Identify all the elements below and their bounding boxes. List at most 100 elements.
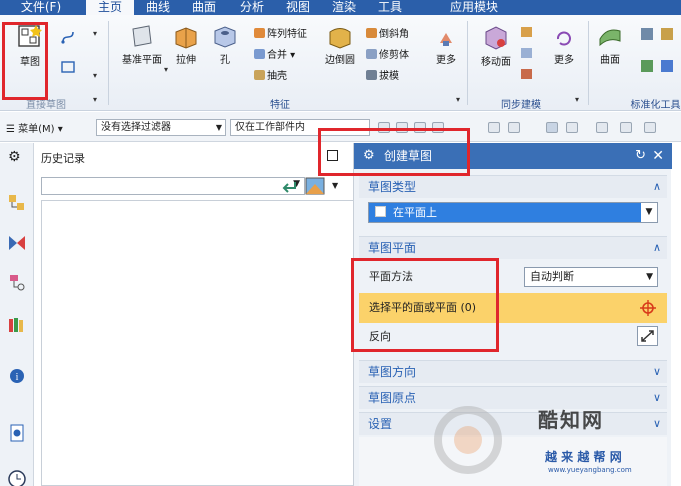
unite-button[interactable]: 合并 ▾ xyxy=(254,46,295,61)
chamfer-label: 倒斜角 xyxy=(379,29,409,40)
section-sketch-plane-label: 草图平面 xyxy=(368,241,417,255)
info-icon[interactable]: i xyxy=(7,365,27,385)
sketch-dropdown-icon[interactable]: ▾ xyxy=(93,29,97,38)
draft-label: 拔模 xyxy=(379,71,399,82)
hole-button[interactable]: 孔 xyxy=(210,23,240,66)
view-tool-icon[interactable] xyxy=(488,122,500,133)
select-face-row[interactable]: 选择平的面或平面 (0) xyxy=(359,293,667,323)
constraint-navigator-icon[interactable] xyxy=(7,233,27,253)
section-sketch-type[interactable]: 草图类型 ∧ xyxy=(359,175,667,198)
draft-button[interactable]: 拔模 xyxy=(366,67,399,82)
resource-bar: ⚙ i xyxy=(0,143,34,486)
sketch-more-icon[interactable]: ▾ xyxy=(93,71,97,80)
maximize-icon[interactable] xyxy=(327,150,338,161)
standard-tool-icon[interactable] xyxy=(660,27,674,41)
section-sketch-origin-label: 草图原点 xyxy=(368,391,417,405)
rectangle-icon[interactable] xyxy=(60,59,76,75)
sync-tool-icon[interactable] xyxy=(520,25,534,39)
datum-plane-dropdown-icon[interactable]: ▾ xyxy=(164,65,168,74)
view-tool-icon[interactable] xyxy=(644,122,656,133)
tab-analysis[interactable]: 分析 xyxy=(232,0,272,15)
tab-view[interactable]: 视图 xyxy=(278,0,318,15)
web-browser-icon[interactable] xyxy=(7,423,27,443)
selection-filter-dropdown[interactable]: 没有选择过滤器 ▼ xyxy=(96,119,226,136)
curve-icon[interactable] xyxy=(60,29,76,45)
move-face-button[interactable]: 移动面 xyxy=(476,23,516,68)
tab-tools[interactable]: 工具 xyxy=(370,0,410,15)
standard-tool-icon[interactable] xyxy=(640,59,654,73)
edge-blend-button[interactable]: 边倒圆 xyxy=(320,23,360,66)
sync-expand-icon[interactable]: ▾ xyxy=(575,95,579,104)
selection-scope-dropdown[interactable]: 仅在工作部件内 xyxy=(230,119,370,136)
view-tool-icon[interactable] xyxy=(508,122,520,133)
unite-label: 合并 xyxy=(267,50,287,61)
feature-group-label: 特征 xyxy=(270,100,290,111)
section-settings[interactable]: 设置 ∨ xyxy=(359,412,667,435)
view-tool-icon[interactable] xyxy=(566,122,578,133)
shell-icon xyxy=(254,70,265,80)
view-tool-icon[interactable] xyxy=(546,122,558,133)
pattern-feature-button[interactable]: 阵列特征 xyxy=(254,25,307,40)
back-arrow-icon[interactable] xyxy=(279,179,297,195)
palette-dropdown-icon[interactable]: ▼ xyxy=(332,181,338,190)
chamfer-button[interactable]: 倒斜角 xyxy=(366,25,409,40)
feature-more-button[interactable]: 更多 xyxy=(430,29,462,66)
section-sketch-origin[interactable]: 草图原点 ∨ xyxy=(359,386,667,409)
tab-home[interactable]: 主页 xyxy=(86,0,134,15)
tab-curve[interactable]: 曲线 xyxy=(138,0,178,15)
view-tool-icon[interactable] xyxy=(596,122,608,133)
tab-surface[interactable]: 曲面 xyxy=(184,0,224,15)
datum-plane-button[interactable]: 基准平面 xyxy=(118,23,166,66)
edge-blend-label: 边倒圆 xyxy=(325,55,355,66)
sync-tool-icon[interactable] xyxy=(520,67,534,81)
menu-tab-bar: 文件(F) 主页 曲线 曲面 分析 视图 渲染 工具 应用模块 xyxy=(0,0,681,15)
trim-body-button[interactable]: 修剪体 xyxy=(366,46,409,61)
menu-button[interactable]: ☰ 菜单(M) ▾ xyxy=(6,120,63,135)
surface-button[interactable]: 曲面 xyxy=(594,23,626,66)
move-face-icon xyxy=(485,26,507,50)
extrude-button[interactable]: 拉伸 xyxy=(168,23,204,66)
tab-file[interactable]: 文件(F) xyxy=(0,0,82,15)
pattern-feature-label: 阵列特征 xyxy=(267,29,307,40)
group-expand-icon[interactable]: ▾ xyxy=(93,95,97,104)
reuse-library-icon[interactable] xyxy=(7,315,27,335)
history-dropdown[interactable]: ▼ xyxy=(41,177,305,195)
selection-bar: ☰ 菜单(M) ▾ 没有选择过滤器 ▼ 仅在工作部件内 xyxy=(0,112,681,142)
dialog-title: 创建草图 xyxy=(384,149,433,163)
history-clock-icon[interactable] xyxy=(7,469,27,486)
section-sketch-orientation-label: 草图方向 xyxy=(368,365,417,379)
chevron-down-icon: ▼ xyxy=(646,272,653,282)
feature-expand-icon[interactable]: ▾ xyxy=(456,95,460,104)
plane-method-dropdown[interactable]: 自动判断 ▼ xyxy=(524,267,658,287)
sync-more-button[interactable]: 更多 xyxy=(548,29,580,66)
close-icon[interactable]: ✕ xyxy=(652,143,664,169)
sync-tool-icon[interactable] xyxy=(520,46,534,60)
surface-label: 曲面 xyxy=(600,55,620,66)
extrude-icon xyxy=(175,27,197,49)
reverse-label: 反向 xyxy=(369,330,391,343)
section-sketch-plane[interactable]: 草图平面 ∧ xyxy=(359,236,667,259)
snap-tool-icon[interactable] xyxy=(396,122,408,133)
crosshair-icon[interactable] xyxy=(639,299,657,317)
tab-applications[interactable]: 应用模块 xyxy=(434,0,514,15)
history-list[interactable] xyxy=(41,200,353,486)
snap-tool-icon[interactable] xyxy=(432,122,444,133)
sketch-button[interactable]: 草图 xyxy=(10,23,50,68)
gear-icon[interactable]: ⚙ xyxy=(8,149,28,169)
tab-render[interactable]: 渲染 xyxy=(324,0,364,15)
standard-tool-icon[interactable] xyxy=(660,59,674,73)
reverse-direction-button[interactable] xyxy=(637,326,658,346)
sketch-type-dropdown[interactable]: 在平面上 ▼ xyxy=(368,202,658,223)
standard-tool-icon[interactable] xyxy=(640,27,654,41)
part-navigator-icon[interactable] xyxy=(7,273,27,293)
unite-dropdown-icon[interactable]: ▾ xyxy=(287,50,295,61)
standard-tools-group-label: 标准化工具 xyxy=(630,100,681,111)
snap-tool-icon[interactable] xyxy=(414,122,426,133)
palette-icon[interactable] xyxy=(305,177,325,195)
reset-icon[interactable]: ↻ xyxy=(635,143,646,169)
shell-button[interactable]: 抽壳 xyxy=(254,67,287,82)
view-tool-icon[interactable] xyxy=(620,122,632,133)
snap-tool-icon[interactable] xyxy=(378,122,390,133)
assembly-navigator-icon[interactable] xyxy=(7,193,27,213)
section-sketch-orientation[interactable]: 草图方向 ∨ xyxy=(359,360,667,383)
